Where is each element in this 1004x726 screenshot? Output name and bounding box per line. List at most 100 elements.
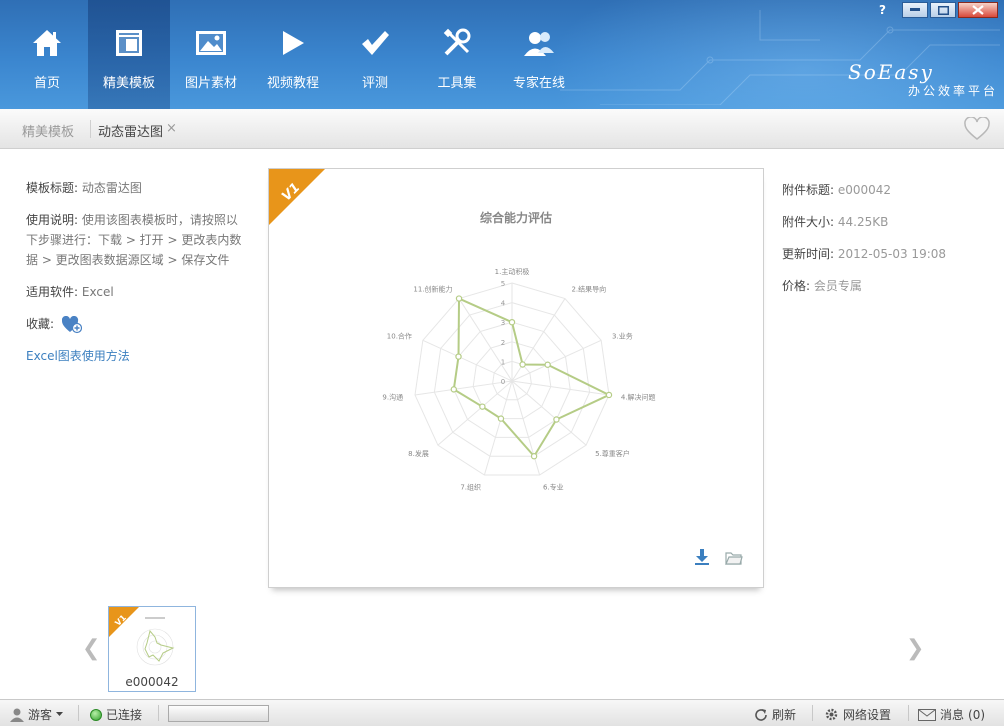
attachment-title-value: e000042 — [837, 183, 892, 197]
prev-arrow-icon[interactable]: ❮ — [82, 636, 100, 661]
radar-tick-label: 1 — [501, 358, 505, 366]
updated-row: 更新时间: 2012-05-03 19:08 — [782, 244, 992, 264]
messages-button[interactable]: 消息 (0) — [918, 706, 985, 723]
software-row: 适用软件: Excel — [26, 282, 248, 302]
favorite-label: 收藏: — [26, 317, 55, 331]
radar-tick-label: 5 — [501, 280, 505, 288]
nav-reviews[interactable]: 评测 — [334, 0, 416, 109]
status-divider — [812, 705, 813, 721]
software-label: 适用软件: — [26, 285, 79, 299]
dropdown-arrow-icon — [56, 712, 64, 716]
minimize-button[interactable] — [902, 2, 928, 18]
user-label: 游客 — [28, 708, 53, 722]
main-nav: 首页 精美模板 图片素材 视频教程 评测 工具集 专家在线 — [6, 0, 580, 109]
refresh-label: 刷新 — [772, 708, 797, 722]
radar-tick-label: 4 — [501, 300, 506, 308]
nav-images[interactable]: 图片素材 — [170, 0, 252, 109]
breadcrumb-bar: 精美模板 动态雷达图 × — [0, 109, 1004, 149]
updated-value: 2012-05-03 19:08 — [837, 247, 947, 261]
network-settings-label: 网络设置 — [843, 708, 892, 722]
progress-bar — [168, 705, 269, 722]
nav-videos-label: 视频教程 — [266, 76, 319, 91]
radar-category-label: 6.专业 — [543, 483, 564, 492]
updated-label: 更新时间: — [782, 247, 835, 261]
radar-category-label: 2.结果导向 — [571, 284, 606, 293]
tab-radar-chart[interactable]: 动态雷达图 — [98, 121, 163, 140]
price-row: 价格: 会员专属 — [782, 276, 992, 296]
usage-label: 使用说明: — [26, 213, 79, 227]
radar-chart: 0 1 2 3 4 5 1.主动积极 2.结果导向 3.业务 4.解决问题 5.尊重客户 6.专业 7.… — [382, 267, 656, 492]
radar-tick-label: 3 — [501, 319, 505, 327]
software-value: Excel — [81, 285, 114, 299]
nav-tools[interactable]: 工具集 — [416, 0, 498, 109]
radar-category-label: 8.发展 — [408, 449, 429, 458]
messages-label: 消息 — [940, 708, 965, 722]
tab-close-icon[interactable]: × — [166, 121, 177, 136]
thumbnail-code: e000042 — [125, 675, 179, 689]
download-icon[interactable] — [695, 549, 709, 565]
thumbnail-item[interactable]: V1 e000042 — [108, 606, 196, 692]
help-button[interactable]: ? — [879, 3, 886, 17]
maximize-button[interactable] — [930, 2, 956, 18]
title-row: 模板标题: 动态雷达图 — [26, 178, 248, 198]
radar-spoke — [511, 380, 541, 476]
radar-category-label: 10.合作 — [387, 331, 412, 340]
excel-help-link[interactable]: Excel图表使用方法 — [26, 349, 130, 363]
check-icon — [358, 26, 392, 60]
nav-tools-label: 工具集 — [437, 76, 477, 91]
template-preview: V1 综合能力评估 0 1 2 3 4 5 1.主动积极 2.结果导向 3.业务 4.解决问题 5.… — [268, 168, 764, 588]
network-settings-button[interactable]: 网络设置 — [824, 706, 891, 723]
gear-icon — [825, 708, 838, 721]
connection-status: 已连接 — [90, 706, 142, 723]
radar-data-point — [519, 361, 526, 368]
usage-row: 使用说明: 使用该图表模板时，请按照以下步骤进行：下载 > 打开 > 更改表内数… — [26, 210, 248, 270]
radar-data-point — [450, 386, 457, 393]
home-icon — [30, 26, 64, 60]
template-icon — [112, 26, 146, 60]
nav-experts-label: 专家在线 — [512, 76, 565, 91]
radar-category-label: 5.尊重客户 — [595, 449, 630, 458]
attachment-size-value: 44.25KB — [837, 215, 889, 229]
nav-templates[interactable]: 精美模板 — [88, 0, 170, 109]
radar-tick-label: 2 — [501, 339, 505, 347]
thumbnail-preview — [136, 617, 175, 666]
close-button[interactable] — [958, 2, 998, 18]
nav-experts[interactable]: 专家在线 — [498, 0, 580, 109]
favorite-row: 收藏: — [26, 314, 248, 334]
refresh-button[interactable]: 刷新 — [754, 706, 796, 723]
price-label: 价格: — [782, 279, 811, 293]
add-favorite-icon[interactable] — [61, 315, 82, 334]
status-divider — [78, 705, 79, 721]
nav-reviews-label: 评测 — [361, 76, 388, 91]
connection-label: 已连接 — [106, 708, 143, 722]
nav-videos[interactable]: 视频教程 — [252, 0, 334, 109]
heart-icon[interactable] — [964, 117, 990, 141]
envelope-icon — [918, 708, 936, 721]
status-divider — [158, 705, 159, 721]
user-menu[interactable]: 游客 — [10, 706, 64, 723]
connected-indicator-icon — [90, 708, 102, 721]
tools-icon — [440, 26, 474, 60]
attachment-title-label: 附件标题: — [782, 183, 835, 197]
play-icon — [276, 26, 310, 60]
radar-data-point — [530, 453, 538, 460]
nav-home[interactable]: 首页 — [6, 0, 88, 109]
brand-name: SoEasy — [848, 60, 934, 84]
status-bar: 游客 已连接 刷新 网络设置 消息 (0) — [0, 699, 1004, 726]
radar-data-point — [508, 318, 516, 326]
radar-data-point — [455, 353, 462, 360]
radar-tick-label: 0 — [501, 378, 505, 386]
nav-images-label: 图片素材 — [184, 76, 237, 91]
price-value: 会员专属 — [813, 279, 862, 293]
radar-category-label: 1.主动积极 — [495, 267, 530, 276]
help-row: Excel图表使用方法 — [26, 346, 248, 366]
open-folder-icon[interactable] — [725, 551, 743, 565]
next-arrow-icon[interactable]: ❯ — [906, 636, 924, 661]
radar-category-label: 4.解决问题 — [621, 393, 656, 402]
radar-category-label: 3.业务 — [612, 331, 633, 340]
brand-logo: SoEasy 办公效率平台 — [848, 60, 998, 99]
radar-data-point — [497, 415, 505, 422]
tab-templates[interactable]: 精美模板 — [22, 121, 74, 140]
nav-templates-label: 精美模板 — [102, 76, 155, 91]
nav-home-label: 首页 — [33, 76, 60, 91]
